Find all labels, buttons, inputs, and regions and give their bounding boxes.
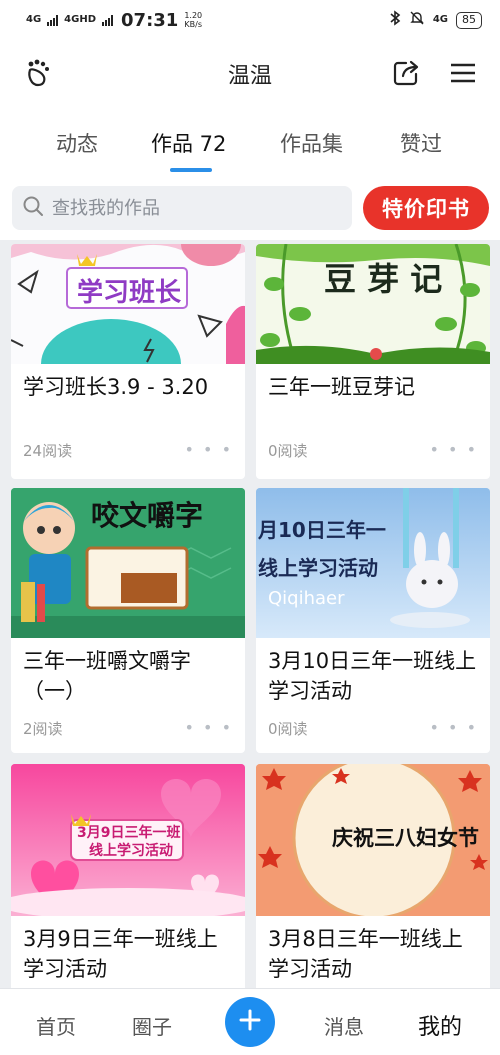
cover-title-text: 庆祝三八妇女节 — [332, 826, 479, 850]
cover-text-line-1: 月10日三年一 — [258, 518, 386, 542]
search-icon — [22, 195, 44, 221]
nav-me[interactable]: 我的 — [418, 1009, 462, 1041]
work-cover-image: 学习班长 — [11, 244, 245, 364]
sim1-signal-label: 4G — [26, 14, 42, 25]
cover-text-line-2: 线上学习活动 — [89, 843, 173, 859]
work-card[interactable]: 豆 芽 记 三年一班豆芽记 0阅读 • • • — [256, 244, 490, 479]
tab-collections[interactable]: 作品集 — [280, 128, 343, 158]
battery-icon: 85 — [456, 11, 482, 29]
status-bar: 4G 4GHD 07:31 1.20 KB/s 4G 85 — [0, 0, 500, 40]
menu-icon[interactable] — [446, 56, 480, 90]
work-card[interactable]: 3月9日三年一班 线上学习活动 3月9日三年一班线上学习活动 — [11, 764, 245, 988]
more-options-icon[interactable]: • • • — [430, 440, 478, 459]
sim2-signal-label: 4GHD — [64, 14, 97, 25]
cover-text-line-3: Qiqihaer — [268, 588, 345, 609]
work-cover-image: 豆 芽 记 — [256, 244, 490, 364]
network-type-label: 4G — [432, 14, 448, 25]
bottom-nav: 首页 圈子 消息 我的 — [0, 988, 500, 1055]
page-title: 温温 — [227, 64, 272, 89]
work-title: 学习班长3.9 - 3.20 — [23, 375, 209, 399]
nav-circle[interactable]: 圈子 — [132, 1011, 172, 1040]
work-card[interactable]: 庆祝三八妇女节 3月8日三年一班线上学习活动 — [256, 764, 490, 988]
work-title: 三年一班嚼文嚼字（一） — [23, 649, 191, 703]
search-row: 特价印书 — [0, 176, 500, 240]
tab-dynamics[interactable]: 动态 — [56, 128, 98, 158]
tab-liked[interactable]: 赞过 — [400, 128, 442, 158]
network-speed-unit: KB/s — [184, 20, 203, 29]
works-grid: 学习班长 学习班长3.9 - 3.20 24阅读 • • • 豆 芽 记 三年一… — [0, 240, 500, 988]
work-cover-image: 月10日三年一 线上学习活动 Qiqihaer — [256, 488, 490, 638]
work-cover-image: 咬文嚼字 — [11, 488, 245, 638]
read-count: 0阅读 — [268, 442, 308, 460]
work-card[interactable]: 学习班长 学习班长3.9 - 3.20 24阅读 • • • — [11, 244, 245, 479]
create-button[interactable] — [225, 997, 275, 1047]
cover-text-line-2: 线上学习活动 — [258, 556, 378, 580]
nav-home[interactable]: 首页 — [36, 1011, 76, 1040]
status-time: 07:31 — [121, 9, 179, 31]
network-speed: 1.20 KB/s — [184, 11, 202, 29]
work-cover-image: 3月9日三年一班 线上学习活动 — [11, 764, 245, 916]
work-card[interactable]: 月10日三年一 线上学习活动 Qiqihaer 3月10日三年一班线上学习活动 … — [256, 488, 490, 753]
search-box[interactable] — [12, 186, 352, 230]
read-count: 2阅读 — [23, 720, 63, 738]
cover-title-text: 豆 芽 记 — [324, 260, 443, 298]
work-title: 3月10日三年一班线上学习活动 — [268, 649, 477, 703]
bluetooth-icon — [389, 10, 401, 30]
cover-title-text: 咬文嚼字 — [91, 499, 204, 532]
read-count: 24阅读 — [23, 442, 73, 460]
more-options-icon[interactable]: • • • — [185, 718, 233, 737]
search-input[interactable] — [52, 197, 322, 219]
work-card[interactable]: 咬文嚼字 三年一班嚼文嚼字（一） 2阅读 • • • — [11, 488, 245, 753]
work-cover-image: 庆祝三八妇女节 — [256, 764, 490, 916]
network-speed-value: 1.20 — [184, 11, 203, 20]
profile-header: 温温 — [0, 40, 500, 106]
mute-bell-icon — [409, 10, 425, 30]
signal-strength-icon-2 — [102, 14, 114, 26]
more-options-icon[interactable]: • • • — [185, 440, 233, 459]
share-icon[interactable] — [389, 56, 423, 90]
profile-tabs: 动态 作品 72 作品集 赞过 — [0, 106, 500, 176]
discount-print-book-button[interactable]: 特价印书 — [363, 186, 489, 230]
tab-works[interactable]: 作品 72 — [151, 128, 226, 158]
cover-text-line-1: 3月9日三年一班 — [77, 825, 181, 841]
work-title: 3月8日三年一班线上学习活动 — [268, 927, 463, 981]
read-count: 0阅读 — [268, 720, 308, 738]
work-title: 三年一班豆芽记 — [268, 375, 415, 399]
plus-icon — [238, 1008, 262, 1036]
nav-messages[interactable]: 消息 — [324, 1011, 364, 1040]
signal-strength-icon — [47, 14, 59, 26]
cover-title-text: 学习班长 — [77, 278, 182, 308]
more-options-icon[interactable]: • • • — [430, 718, 478, 737]
active-tab-indicator — [170, 168, 212, 172]
work-title: 3月9日三年一班线上学习活动 — [23, 927, 218, 981]
